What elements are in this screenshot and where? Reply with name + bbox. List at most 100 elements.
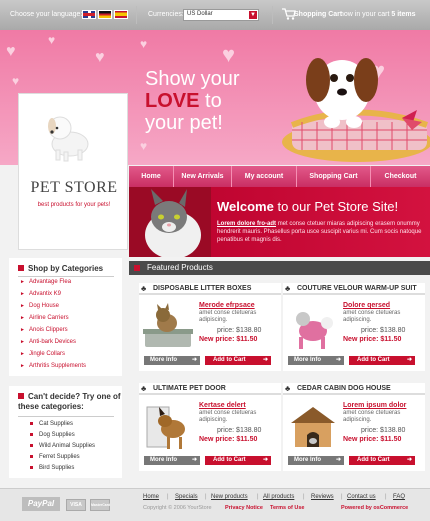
currency-select[interactable]: US Dollar ▼ <box>183 9 259 21</box>
category-link[interactable]: ► Anti-bark Devices <box>20 339 77 345</box>
mastercard-logo: MasterCard <box>90 499 110 511</box>
product-new-price: New price: $11.50 <box>199 336 258 343</box>
cart-status: now in your cart 5 items <box>340 11 416 18</box>
product-name-link[interactable]: Dolore qersed <box>343 302 390 309</box>
categories-title-text: Shop by Categories <box>28 264 104 273</box>
supply-label: Dog Supplies <box>39 432 75 438</box>
category-link[interactable]: ► Advantage Flea <box>20 279 72 285</box>
dog-suit-image <box>296 312 333 349</box>
footer-link-new-products[interactable]: New products <box>211 494 248 500</box>
product-price: price: $138.80 <box>217 327 262 334</box>
nav-shopping-cart[interactable]: Shopping Cart <box>297 166 371 187</box>
currencies-label: Currencies: <box>148 11 184 18</box>
product-name-link[interactable]: Lorem ipsum dolor <box>343 402 406 409</box>
suggested-title-text: Can't decide? Try one of these categorie… <box>18 392 121 411</box>
cat-image <box>129 187 211 257</box>
litter-box-image <box>143 303 193 347</box>
footer-link-faq[interactable]: FAQ <box>393 494 405 500</box>
add-to-cart-label: Add to Cart <box>213 357 246 363</box>
english-flag-icon[interactable] <box>82 10 96 19</box>
square-bullet-icon <box>18 265 24 271</box>
bullet-icon <box>30 455 33 458</box>
supply-label: Cat Supplies <box>39 421 74 427</box>
product-title-text: ULTIMATE PET DOOR <box>153 385 226 392</box>
paw-icon: ♣ <box>141 384 147 393</box>
supply-link[interactable]: Wild Animal Supplies <box>30 443 95 449</box>
link-separator: | <box>257 494 259 500</box>
divider <box>136 6 137 24</box>
terms-link[interactable]: Terms of Use <box>270 505 304 511</box>
featured-products-header: Featured Products <box>129 261 430 275</box>
product-title-text: DISPOSABLE LITTER BOXES <box>153 285 252 292</box>
product-title: ♣ COUTURE VELOUR WARM-UP SUIT <box>283 283 425 295</box>
cart-count: 5 items <box>391 11 416 18</box>
category-link[interactable]: ► Airline Carriers <box>20 315 69 321</box>
add-to-cart-label: Add to Cart <box>357 357 390 363</box>
footer-link-contact[interactable]: Contact us <box>347 494 376 500</box>
more-info-label: More Info <box>294 457 321 463</box>
more-info-button[interactable]: More Info ➜ <box>288 456 344 465</box>
product-name-link[interactable]: Merode efrpsace <box>199 302 255 309</box>
supply-link[interactable]: Bird Supplies <box>30 465 75 471</box>
add-to-cart-button[interactable]: Add to Cart ➜ <box>349 456 415 465</box>
welcome-lead-link[interactable]: Lorem dolore fro-adt <box>217 221 276 227</box>
product-name-link[interactable]: Kertase delert <box>199 402 246 409</box>
more-info-button[interactable]: More Info ➜ <box>144 356 200 365</box>
product-new-price: New price: $11.50 <box>343 336 402 343</box>
category-label: Anti-bark Devices <box>29 339 77 345</box>
footer-link-reviews[interactable]: Reviews <box>311 494 334 500</box>
nav-checkout[interactable]: Checkout <box>371 166 430 187</box>
more-info-button[interactable]: More Info ➜ <box>288 356 344 365</box>
add-to-cart-label: Add to Cart <box>357 457 390 463</box>
dropdown-arrow-icon[interactable]: ▼ <box>249 11 257 19</box>
product-description: amet conse ctetueras adipiscing. <box>199 410 257 423</box>
supply-link[interactable]: Cat Supplies <box>30 421 74 427</box>
arrow-right-icon: ➜ <box>335 457 341 463</box>
welcome-panel: Welcome to our Pet Store Site! Lorem dol… <box>129 187 430 257</box>
add-to-cart-button[interactable]: Add to Cart ➜ <box>205 356 271 365</box>
privacy-link[interactable]: Privacy Notice <box>225 505 263 511</box>
nav-new-arrivals[interactable]: New Arrivals <box>174 166 232 187</box>
category-link[interactable]: ► Anois Clippers <box>20 327 68 333</box>
paypal-logo: PayPal <box>22 497 60 511</box>
suggested-title: Can't decide? Try one of these categorie… <box>18 392 122 412</box>
suggested-categories-box: Can't decide? Try one of these categorie… <box>9 386 122 478</box>
divider <box>18 276 114 277</box>
product-new-price: New price: $11.50 <box>199 436 258 443</box>
supply-label: Ferret Supplies <box>39 454 80 460</box>
arrow-right-icon: ➜ <box>406 457 412 463</box>
nav-home[interactable]: Home <box>129 166 174 187</box>
store-logo[interactable]: PET STORE best products for your pets! <box>18 93 128 250</box>
puppy-in-basket-image <box>282 58 430 162</box>
slogan-line-1: Show your <box>145 68 240 90</box>
supply-label: Bird Supplies <box>39 465 75 471</box>
category-link[interactable]: ► Jingle Collars <box>20 351 65 357</box>
powered-by-link[interactable]: Powered by osCommerce <box>341 505 408 511</box>
add-to-cart-button[interactable]: Add to Cart ➜ <box>205 456 271 465</box>
nav-my-account[interactable]: My account <box>232 166 297 187</box>
arrow-right-icon: ➜ <box>262 457 268 463</box>
category-label: Dog House <box>29 303 60 309</box>
welcome-text: Lorem dolore fro-adt met conse ctetuer m… <box>217 220 427 244</box>
category-link[interactable]: ► Arthritis Supplements <box>20 363 86 369</box>
category-link[interactable]: ► Dog House <box>20 303 60 309</box>
link-separator: | <box>167 494 169 500</box>
arrow-right-icon: ➜ <box>191 457 197 463</box>
slogan-line-3: your pet! <box>145 112 223 134</box>
german-flag-icon[interactable] <box>98 10 112 19</box>
supply-link[interactable]: Dog Supplies <box>30 432 75 438</box>
footer-link-all-products[interactable]: All products <box>263 494 294 500</box>
heart-icon: ♥ <box>222 42 236 67</box>
footer-link-home[interactable]: Home <box>143 494 159 500</box>
supply-link[interactable]: Ferret Supplies <box>30 454 80 460</box>
add-to-cart-button[interactable]: Add to Cart ➜ <box>349 356 415 365</box>
arrow-right-icon: ➜ <box>191 357 197 363</box>
product-title: ♣ ULTIMATE PET DOOR <box>139 383 281 395</box>
category-label: Advantage Flea <box>29 279 72 285</box>
categories-title: Shop by Categories <box>18 264 103 274</box>
footer-link-specials[interactable]: Specials <box>175 494 198 500</box>
shopping-cart-link[interactable]: Shopping Cart <box>294 11 342 18</box>
spanish-flag-icon[interactable] <box>114 10 128 19</box>
category-link[interactable]: ► Advantix K9 <box>20 291 61 297</box>
more-info-button[interactable]: More Info ➜ <box>144 456 200 465</box>
